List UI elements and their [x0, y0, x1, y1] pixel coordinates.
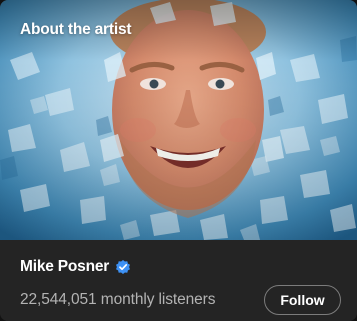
verified-badge-icon: [115, 259, 131, 275]
about-the-artist-card[interactable]: About the artist Mike Posner 22,544,051 …: [0, 0, 357, 321]
artist-image[interactable]: About the artist: [0, 0, 357, 240]
section-title: About the artist: [20, 21, 132, 38]
monthly-listeners: 22,544,051 monthly listeners: [20, 291, 216, 308]
artist-name[interactable]: Mike Posner: [20, 258, 109, 276]
artist-info: Mike Posner 22,544,051 monthly listeners…: [0, 240, 357, 321]
artist-name-row: Mike Posner: [20, 258, 131, 276]
follow-button[interactable]: Follow: [264, 285, 341, 315]
